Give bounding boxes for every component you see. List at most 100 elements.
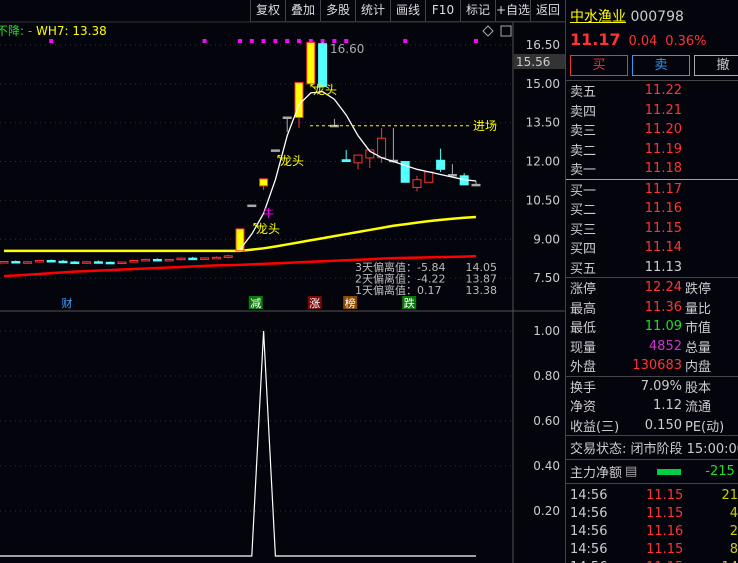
stat-label: 收益(三) [570, 419, 620, 435]
ask-price: 11.19 [644, 141, 682, 157]
stat-value: 11.09 [644, 319, 682, 335]
candle-body [152, 258, 162, 262]
bid-price: 11.17 [644, 181, 682, 197]
arrow-icon: ↖ [309, 82, 317, 93]
stat-value: 4852 [648, 338, 682, 354]
candle [270, 149, 280, 152]
list-item: 14:56 11.16 2 [566, 522, 738, 540]
buy-button[interactable]: 买 [570, 55, 628, 76]
stat-value: 130683 [632, 358, 682, 374]
toolbar-button[interactable]: 叠加 [285, 0, 320, 21]
candle [353, 154, 363, 170]
toolbar-button[interactable]: 统计 [355, 0, 390, 21]
stat-value: 0.150 [644, 417, 682, 433]
tick-volume: 8 [729, 541, 738, 557]
indicator-name: 不降: - [0, 24, 32, 38]
list-item: 买二 11.16 [566, 199, 738, 219]
stat-label-2: 流通 [685, 400, 712, 416]
candle [211, 256, 221, 260]
stat-label: 现量 [570, 340, 597, 356]
toolbar-button[interactable]: +自选 [495, 0, 530, 21]
stat-label-2: 量比 [685, 301, 712, 317]
toolbar-button[interactable]: 画线 [390, 0, 425, 21]
candle [70, 261, 80, 265]
candle [105, 261, 115, 265]
signal-dot [297, 39, 301, 43]
cancel-order-button[interactable]: 撤 [694, 55, 738, 76]
price-tick: 10.50 [526, 193, 560, 207]
list-item: 14:56 11.15 4 [566, 504, 738, 522]
signal-dot [320, 39, 325, 43]
candle-body [471, 183, 481, 187]
candle-body [0, 261, 9, 264]
candle-body [200, 257, 210, 260]
trade-status: 交易状态: 闭市阶段 15:00:00 [570, 442, 738, 457]
candle-body [235, 228, 245, 252]
signal-dot [474, 39, 478, 43]
tick-volume: 2 [729, 523, 738, 539]
list-item: 卖三 11.20 [566, 120, 738, 140]
signal-dot [202, 39, 207, 43]
bid-label: 买五 [570, 261, 597, 277]
diamond-icon[interactable] [482, 25, 494, 37]
candle-body [424, 171, 434, 183]
toolbar-button[interactable]: F10 [425, 0, 460, 21]
panel-toggle-icon[interactable] [500, 25, 512, 37]
candle [306, 41, 316, 85]
candle [117, 261, 127, 265]
candle-body [164, 258, 174, 262]
list-item: 最高 11.36 量比 [566, 298, 738, 318]
price-tick: 16.50 [526, 38, 560, 52]
tick-volume: 14 [683, 560, 738, 563]
stock-name[interactable]: 中水渔业 [570, 9, 626, 25]
candle [152, 258, 162, 262]
list-item: 外盘 130683 内盘 [566, 356, 738, 376]
candle-body [93, 261, 103, 264]
candle-body [223, 255, 233, 258]
signal-dot [238, 39, 242, 43]
price-change-pct: 0.36% [665, 34, 707, 49]
bid-price: 11.13 [644, 259, 682, 275]
bid-label: 买一 [570, 183, 597, 199]
signal-dot [403, 39, 408, 43]
arrow-icon: ↖ [276, 153, 284, 164]
candle-body [259, 178, 269, 187]
ask-price: 11.21 [644, 102, 682, 118]
tick-volume: 4 [729, 505, 738, 521]
stat-label-2: PE(动) [685, 419, 725, 435]
stat-label: 涨停 [570, 282, 597, 298]
main-net-label: 主力净额 [570, 466, 623, 481]
stat-label: 最高 [570, 301, 597, 317]
tick-time: 14:56 [570, 505, 608, 521]
stat-label: 净资 [570, 400, 597, 416]
candle-body [105, 261, 115, 265]
tick-price: 11.16 [646, 523, 684, 539]
list-item: 涨停 12.24 跌停 [566, 278, 738, 298]
toolbar: 复权 叠加 多股 统计 画线 F10 标记 +自选 返回 [250, 0, 565, 22]
main-net-value: -215 [705, 464, 735, 479]
deviation-label: 1天偏离值：0.17 [355, 283, 442, 297]
kline-chart[interactable]: 16.50 15.00 13.50 12.00 10.50 9.00 7.50 1.00 0.8… [0, 0, 565, 563]
sell-button[interactable]: 卖 [632, 55, 690, 76]
candle-body [318, 43, 328, 87]
candle [188, 256, 198, 261]
toolbar-button[interactable]: 复权 [250, 0, 285, 21]
toolbar-button[interactable]: 标记 [460, 0, 495, 21]
sub-tick: 0.60 [533, 414, 560, 428]
candle [129, 259, 139, 263]
toolbar-button[interactable]: 多股 [320, 0, 355, 21]
tick-price: 11.15 [646, 487, 684, 503]
candle [447, 164, 457, 177]
list-icon[interactable]: ▤ [625, 464, 637, 479]
candle [247, 204, 257, 208]
tick-price: 11.15 [646, 541, 684, 557]
list-item: 14:56 11.15 21 [566, 486, 738, 504]
stat-value: 7.09% [640, 378, 682, 394]
bid-price: 11.14 [644, 240, 682, 256]
event-tag: 榜 [345, 296, 356, 310]
stat-label-2: 内盘 [685, 360, 712, 376]
stock-code: 000798 [630, 9, 684, 25]
toolbar-button[interactable]: 返回 [530, 0, 565, 21]
sub-indicator-line [0, 330, 476, 557]
candle-body [176, 257, 186, 261]
